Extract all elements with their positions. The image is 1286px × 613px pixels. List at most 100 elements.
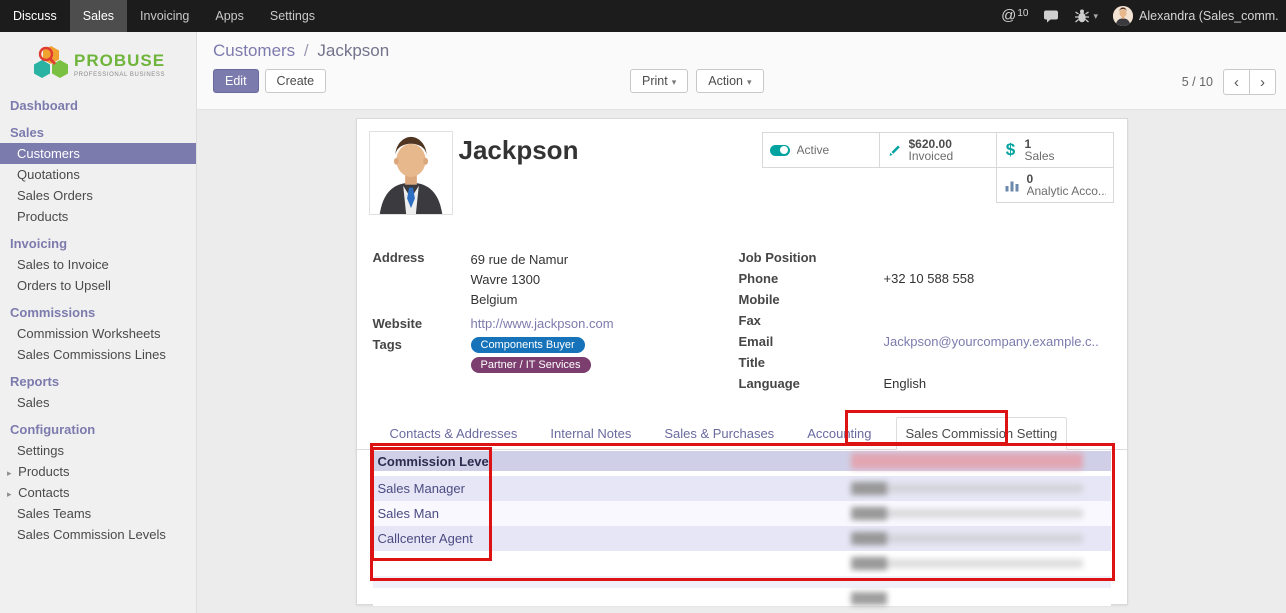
job-position-label: Job Position xyxy=(739,250,884,265)
table-row-empty[interactable] xyxy=(373,551,1111,576)
user-name: Alexandra (Sales_comm.. xyxy=(1139,9,1278,23)
phone-field: Phone +32 10 588 558 xyxy=(739,271,1113,286)
invoiced-label: Invoiced xyxy=(909,150,954,162)
phone-label: Phone xyxy=(739,271,884,286)
mobile-label: Mobile xyxy=(739,292,884,307)
probuse-logo[interactable]: PROBUSE PROFESSIONAL BUSINESS xyxy=(0,32,196,94)
sidebar-item-sales-orders[interactable]: Sales Orders xyxy=(0,185,196,206)
sidebar-item-reports-sales[interactable]: Sales xyxy=(0,392,196,413)
mobile-field: Mobile xyxy=(739,292,1113,307)
form-sheet: Jackpson Active xyxy=(356,118,1128,605)
sidebar-section-dashboard: Dashboard xyxy=(0,94,196,116)
sidebar-item-customers[interactable]: Customers xyxy=(0,143,196,164)
sidebar-item-orders-to-upsell[interactable]: Orders to Upsell xyxy=(0,275,196,296)
chevron-down-icon: ▾ xyxy=(672,77,677,87)
redacted-header-region xyxy=(851,453,1083,469)
toggle-on-icon xyxy=(770,145,790,156)
tab-internal-notes[interactable]: Internal Notes xyxy=(541,418,640,449)
pencil-icon xyxy=(887,143,902,158)
sidebar-heading-commissions[interactable]: Commissions xyxy=(0,301,196,323)
chevron-right-icon: ▸ xyxy=(7,489,12,499)
language-field: Language English xyxy=(739,376,1113,391)
sidebar-heading-invoicing[interactable]: Invoicing xyxy=(0,232,196,254)
active-toggle-button[interactable]: Active xyxy=(762,132,880,168)
pager-next-button[interactable]: › xyxy=(1249,69,1276,95)
title-field: Title xyxy=(739,355,1113,370)
tab-contacts-addresses[interactable]: Contacts & Addresses xyxy=(381,418,527,449)
language-value[interactable]: English xyxy=(884,376,927,391)
menu-settings[interactable]: Settings xyxy=(257,0,328,32)
sidebar-item-config-contacts[interactable]: ▸ Contacts xyxy=(0,482,196,503)
sidebar-item-settings[interactable]: Settings xyxy=(0,440,196,461)
menu-discuss[interactable]: Discuss xyxy=(0,0,70,32)
breadcrumb-customers[interactable]: Customers xyxy=(213,41,295,60)
tab-sales-commission-setting[interactable]: Sales Commission Setting xyxy=(896,417,1068,450)
invoiced-stat-button[interactable]: $620.00 Invoiced xyxy=(879,132,997,168)
chevron-right-icon: ▸ xyxy=(7,468,12,478)
website-link[interactable]: http://www.jackpson.com xyxy=(471,316,614,331)
menu-invoicing[interactable]: Invoicing xyxy=(127,0,202,32)
user-menu[interactable]: Alexandra (Sales_comm.. xyxy=(1113,6,1278,26)
phone-value[interactable]: +32 10 588 558 xyxy=(884,271,975,286)
table-row-sales-manager[interactable]: Sales Manager xyxy=(373,476,1111,501)
address-country: Belgium xyxy=(471,290,569,310)
table-header-row[interactable]: Commission Level xyxy=(373,451,1111,471)
sidebar-heading-sales[interactable]: Sales xyxy=(0,121,196,143)
pager-previous-button[interactable]: ‹ xyxy=(1223,69,1250,95)
stat-buttons: Active $620.00 Invoiced xyxy=(763,133,1114,203)
sales-label: Sales xyxy=(1025,150,1055,162)
tags-label: Tags xyxy=(373,337,471,373)
notebook-tabs: Contacts & Addresses Internal Notes Sale… xyxy=(357,415,1127,450)
action-buttons: Print▾ Action▾ xyxy=(630,69,764,93)
website-label: Website xyxy=(373,316,471,331)
sidebar-item-sales-commission-levels[interactable]: Sales Commission Levels xyxy=(0,524,196,545)
sidebar-item-sales-to-invoice[interactable]: Sales to Invoice xyxy=(0,254,196,275)
customer-photo[interactable] xyxy=(369,131,453,215)
language-label: Language xyxy=(739,376,884,391)
control-panel: Customers / Jackpson Edit Create Print▾ … xyxy=(197,32,1286,110)
sidebar-item-sales-teams[interactable]: Sales Teams xyxy=(0,503,196,524)
redacted-cell xyxy=(857,484,1083,493)
sales-stat-button[interactable]: $ 1 Sales xyxy=(996,132,1114,168)
sidebar-heading-dashboard[interactable]: Dashboard xyxy=(0,94,196,116)
email-link[interactable]: Jackpson@yourcompany.example.c.. xyxy=(884,334,1099,349)
table-row-sales-man[interactable]: Sales Man xyxy=(373,501,1111,526)
messages-button[interactable] xyxy=(1043,9,1059,24)
sidebar-item-products[interactable]: Products xyxy=(0,206,196,227)
title-label: Title xyxy=(739,355,884,370)
menu-sales[interactable]: Sales xyxy=(70,0,127,32)
redacted-cell xyxy=(857,534,1083,543)
debug-menu-button[interactable]: ▾ xyxy=(1074,8,1098,24)
website-field: Website http://www.jackpson.com xyxy=(373,316,729,331)
tab-sales-purchases[interactable]: Sales & Purchases xyxy=(655,418,783,449)
menu-apps[interactable]: Apps xyxy=(202,0,257,32)
action-dropdown[interactable]: Action▾ xyxy=(696,69,763,93)
customer-name-title: Jackpson xyxy=(459,135,579,166)
sidebar: PROBUSE PROFESSIONAL BUSINESS Dashboard … xyxy=(0,32,197,613)
tag-partner-it-services[interactable]: Partner / IT Services xyxy=(471,357,591,373)
fax-field: Fax xyxy=(739,313,1113,328)
sidebar-item-config-products[interactable]: ▸ Products xyxy=(0,461,196,482)
address-value[interactable]: 69 rue de Namur Wavre 1300 Belgium xyxy=(471,250,569,310)
field-group-left: Address 69 rue de Namur Wavre 1300 Belgi… xyxy=(373,250,729,379)
create-button[interactable]: Create xyxy=(265,69,327,93)
address-field: Address 69 rue de Namur Wavre 1300 Belgi… xyxy=(373,250,729,310)
mentions-button[interactable]: @ 10 xyxy=(1001,7,1028,25)
sidebar-item-quotations[interactable]: Quotations xyxy=(0,164,196,185)
sidebar-item-commission-worksheets[interactable]: Commission Worksheets xyxy=(0,323,196,344)
tag-components-buyer[interactable]: Components Buyer xyxy=(471,337,585,353)
tab-accounting[interactable]: Accounting xyxy=(798,418,880,449)
sidebar-heading-reports[interactable]: Reports xyxy=(0,370,196,392)
email-field: Email Jackpson@yourcompany.example.c.. xyxy=(739,334,1113,349)
sidebar-item-sales-commissions-lines[interactable]: Sales Commissions Lines xyxy=(0,344,196,365)
table-row-callcenter-agent[interactable]: Callcenter Agent xyxy=(373,526,1111,551)
sidebar-heading-configuration[interactable]: Configuration xyxy=(0,418,196,440)
edit-button[interactable]: Edit xyxy=(213,69,259,93)
redacted-cell xyxy=(857,509,1083,518)
commission-level-cell: Sales Manager xyxy=(378,481,465,496)
redacted-cell xyxy=(851,592,887,605)
logo-text: PROBUSE PROFESSIONAL BUSINESS xyxy=(74,51,165,78)
analytic-stat-button[interactable]: 0 Analytic Acco... xyxy=(996,167,1114,203)
bug-icon xyxy=(1074,8,1090,24)
print-dropdown[interactable]: Print▾ xyxy=(630,69,688,93)
